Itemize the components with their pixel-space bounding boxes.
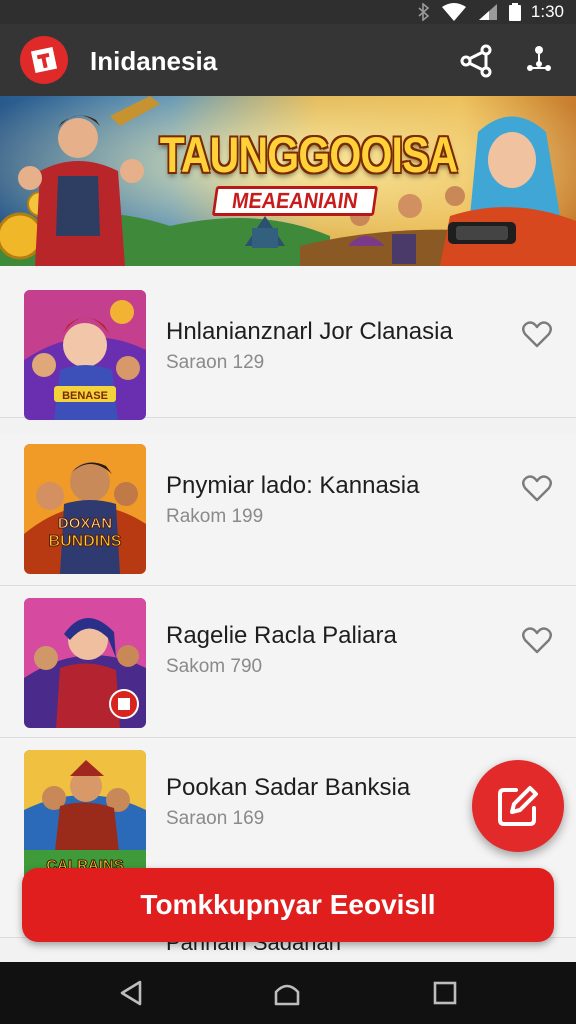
home-button[interactable] — [272, 978, 302, 1008]
game-thumbnail: CALRAINS — [24, 750, 146, 880]
share-button[interactable] — [460, 44, 494, 78]
game-subtitle: Saraon 129 — [166, 352, 265, 373]
status-bar: 1:30 — [0, 0, 576, 24]
compose-fab[interactable] — [472, 760, 564, 852]
thumb-caption: BENASE — [62, 390, 108, 402]
wifi-icon — [441, 3, 466, 21]
thumb-caption: BUNDINS — [49, 533, 122, 550]
game-thumbnail — [24, 598, 146, 728]
favorite-button[interactable] — [522, 474, 552, 502]
battery-icon — [508, 3, 521, 21]
list-item[interactable]: DOXAN BUNDINS Pnymiar lado: Kannasia Rak… — [0, 434, 576, 586]
banner-subtitle: MEAEANIAIN — [211, 186, 379, 216]
heart-icon — [522, 627, 552, 654]
game-title: Pnymiar lado: Kannasia — [166, 472, 420, 499]
app-logo-icon — [30, 46, 58, 74]
primary-action-button[interactable]: Tomkkupnyar Eeovisll — [22, 868, 554, 942]
back-button[interactable] — [116, 978, 146, 1008]
game-thumbnail: DOXAN BUNDINS — [24, 444, 146, 574]
favorite-button[interactable] — [522, 626, 552, 654]
home-icon — [274, 984, 300, 1006]
game-subtitle: Sakom 790 — [166, 656, 263, 677]
app-screen: 1:30 Inidanesia TAUNGGOOISA MEAEANIAIN B… — [0, 0, 576, 1024]
game-thumbnail: BENASE — [24, 290, 146, 420]
list-item[interactable]: Ragelie Racla Paliara Sakom 790 — [0, 586, 576, 738]
game-title: Ragelie Racla Paliara — [166, 622, 397, 649]
game-title: Hnlanianznarl Jor Clanasia — [166, 318, 453, 345]
recents-icon — [433, 981, 457, 1005]
edit-icon — [498, 786, 538, 826]
game-art-4: CALRAINS — [24, 750, 146, 880]
game-subtitle: Rakom 199 — [166, 506, 264, 527]
game-art-2: DOXAN BUNDINS — [24, 444, 146, 574]
banner-title: TAUNGGOOISA — [159, 127, 459, 183]
more-options-button[interactable] — [522, 44, 556, 78]
app-logo[interactable] — [20, 36, 68, 84]
list-item[interactable]: BENASE Hnlanianznarl Jor Clanasia Saraon… — [0, 266, 576, 420]
promo-banner[interactable]: TAUNGGOOISA MEAEANIAIN — [0, 96, 576, 266]
share-icon — [460, 44, 492, 78]
favorite-button[interactable] — [522, 320, 552, 348]
system-nav-bar — [0, 962, 576, 1024]
game-subtitle: Saraon 169 — [166, 808, 265, 829]
game-art-1: BENASE — [24, 290, 146, 420]
game-title: Pookan Sadar Banksia — [166, 774, 411, 801]
bluetooth-icon — [418, 3, 430, 21]
game-art-3 — [24, 598, 146, 728]
svg-text:DOXAN: DOXAN — [58, 515, 112, 532]
status-time: 1:30 — [530, 2, 564, 21]
status-icons: 1:30 — [417, 2, 564, 22]
recents-button[interactable] — [430, 978, 460, 1008]
app-bar: Inidanesia — [0, 24, 576, 96]
heart-icon — [522, 321, 552, 348]
more-icon — [527, 46, 551, 71]
heart-icon — [522, 475, 552, 502]
back-icon — [120, 980, 142, 1006]
signal-icon — [478, 4, 497, 20]
app-title: Inidanesia — [90, 46, 218, 76]
